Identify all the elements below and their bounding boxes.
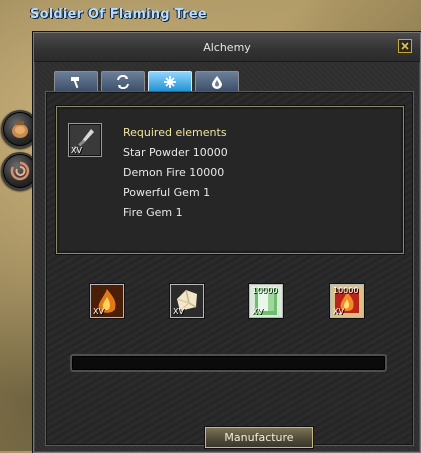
tab-exchange[interactable] — [101, 71, 145, 92]
swirl-icon — [10, 161, 30, 181]
tab-drop[interactable] — [195, 71, 239, 92]
material-badge: XV — [252, 307, 263, 316]
hammer-icon — [71, 77, 79, 89]
material-slot-fire-gem[interactable]: XV — [90, 284, 124, 318]
material-badge: XV — [93, 307, 104, 316]
material-slot-star-powder[interactable]: 10000 XV — [249, 284, 283, 318]
window-titlebar[interactable]: Alchemy — [34, 33, 420, 62]
material-slot-powerful-gem[interactable]: XV — [170, 284, 204, 318]
manufacture-button[interactable]: Manufacture — [205, 427, 313, 448]
tab-bar — [54, 71, 239, 92]
manufacture-progress-bar — [70, 354, 387, 372]
requirement-item: Fire Gem 1 — [123, 206, 183, 219]
requirements-list: Required elements Star Powder 10000 Demo… — [123, 123, 228, 223]
close-button[interactable] — [398, 39, 412, 53]
tab-hammer[interactable] — [54, 71, 98, 92]
material-slot-demon-fire[interactable]: 10000 XV — [330, 284, 364, 318]
material-count: 10000 — [333, 286, 359, 295]
tab-starburst[interactable] — [148, 71, 192, 92]
pouch-icon — [12, 121, 28, 138]
close-icon — [401, 42, 409, 50]
window-title: Alchemy — [203, 40, 251, 54]
requirement-item: Demon Fire 10000 — [123, 166, 225, 179]
recipe-item-slot[interactable]: XV — [68, 123, 102, 157]
requirement-item: Star Powder 10000 — [123, 146, 228, 159]
material-badge: XV — [333, 307, 344, 316]
material-count: 10000 — [252, 286, 278, 295]
material-badge: XV — [173, 307, 184, 316]
exchange-arrows-icon — [117, 75, 129, 89]
recipe-item-badge: XV — [71, 146, 82, 155]
requirements-box: XV Required elements Star Powder 10000 D… — [56, 106, 404, 254]
alchemy-panel: XV Required elements Star Powder 10000 D… — [45, 91, 414, 448]
star-burst-icon — [164, 76, 176, 88]
alchemy-window: Alchemy XV Required elements Star Powder… — [33, 32, 421, 453]
drop-icon — [212, 76, 222, 89]
requirement-item: Powerful Gem 1 — [123, 186, 211, 199]
npc-name-label: Soldier Of Flaming Tree — [30, 7, 207, 22]
requirements-heading: Required elements — [123, 126, 227, 139]
